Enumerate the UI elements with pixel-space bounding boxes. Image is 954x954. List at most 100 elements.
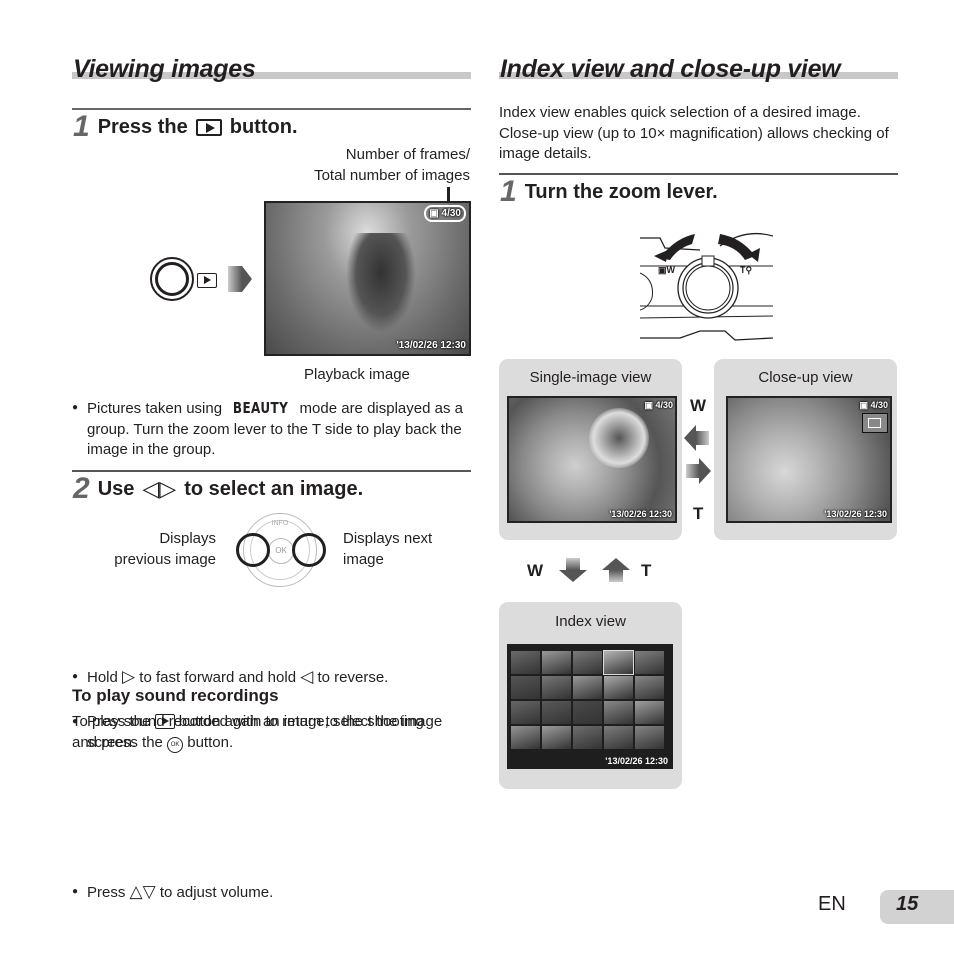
sound-text: To play sound recorded with an image, se… [72, 713, 443, 751]
thumbnail[interactable] [542, 651, 571, 674]
zoom-navigator-icon [862, 413, 888, 433]
left-button-highlight [236, 533, 270, 567]
zoom-lever-icon: ▣W T⚲ [639, 232, 774, 341]
w-label: W [690, 396, 707, 415]
label-next: Displays next image [343, 529, 432, 570]
thumbnail[interactable] [573, 676, 602, 699]
up-down-arrows-icon: △▽ [129, 882, 156, 901]
thumbnail[interactable] [511, 651, 540, 674]
thumbnail[interactable] [573, 726, 602, 749]
thumbnail[interactable] [604, 676, 633, 699]
playback-dial-icon [150, 257, 194, 301]
thumbnail[interactable] [635, 701, 664, 724]
sound-heading: To play sound recordings [72, 686, 279, 705]
arrow-right-icon [699, 458, 711, 484]
step-text-after: to select an image. [184, 477, 364, 500]
playback-caption: Playback image [304, 366, 410, 383]
single-image-view-label: Single-image view [529, 369, 652, 386]
callout-frames: Number of frames/ Total number of images [314, 145, 470, 186]
playback-button-icon [197, 273, 217, 288]
zoom-lever-illustration: ▣W T⚲ [639, 218, 774, 343]
svg-text:T⚲: T⚲ [740, 265, 752, 275]
arrow-shaft [566, 558, 580, 570]
w-label: W [527, 561, 544, 580]
step-number: 1 [73, 110, 90, 143]
thumbnail[interactable] [603, 650, 634, 675]
callout-line: Number of frames/ [345, 146, 470, 163]
bullet-text: Hold [87, 668, 118, 686]
playback-image: ▣ 4/30 '13/02/26 12:30 [264, 201, 471, 356]
frame-counter: ▣ 4/30 [644, 400, 673, 410]
thumbnail[interactable] [573, 651, 602, 674]
step-number: 1 [500, 175, 517, 208]
thumbnail[interactable] [542, 701, 571, 724]
bullet-text: to adjust volume. [159, 884, 274, 901]
thumbnail[interactable] [511, 726, 540, 749]
sound-text: button. [187, 733, 234, 751]
thumbnail[interactable] [635, 676, 664, 699]
step-text: Turn the zoom lever. [524, 180, 718, 203]
thumbnail[interactable] [542, 676, 571, 699]
sound-paragraph: To play sound recorded with an image, se… [72, 712, 462, 753]
ok-button-icon: OK [167, 736, 184, 753]
note-text: Pictures taken using [87, 400, 223, 417]
single-image-photo: ▣ 4/30 '13/02/26 12:30 [507, 396, 677, 523]
t-label: T [641, 561, 652, 580]
left-right-arrows-icon: ◁▷ [142, 476, 177, 501]
intro-paragraph: Index view enables quick selection of a … [499, 104, 889, 162]
step-1-heading: 1 Press the button. [73, 110, 298, 144]
close-up-photo: ▣ 4/30 '13/02/26 12:30 [726, 396, 892, 523]
index-view-label: Index view [555, 613, 626, 630]
t-label: T [693, 504, 704, 523]
label-line: Displays [159, 530, 216, 547]
playback-button-icon [195, 118, 222, 136]
bullet-fast-forward: Hold ▷ to fast forward and hold ◁ to rev… [72, 666, 477, 689]
bullet-text: to reverse. [317, 668, 389, 686]
thumbnail[interactable] [604, 726, 633, 749]
bullet-text: Press [87, 884, 126, 901]
index-view-screen: '13/02/26 12:30 [507, 644, 673, 769]
thumbnail[interactable] [635, 726, 664, 749]
callout-line: Total number of images [314, 166, 470, 184]
arrow-down-icon [559, 570, 587, 582]
section-title-viewing-images: Viewing images [73, 55, 256, 83]
arrow-right-icon [228, 266, 242, 292]
close-up-view-label: Close-up view [758, 369, 853, 386]
datetime-stamp: '13/02/26 12:30 [609, 509, 672, 519]
thumbnail[interactable] [542, 726, 571, 749]
step-text-after: button. [229, 115, 298, 138]
step-1-heading-right: 1 Turn the zoom lever. [500, 175, 718, 209]
section-title-index-view: Index view and close-up view [500, 55, 841, 83]
beauty-note: Pictures taken using BEAUTY mode are dis… [72, 398, 472, 461]
step-text-before: Use [97, 477, 135, 500]
frame-counter: 4/30 [441, 208, 461, 219]
step-number: 2 [73, 472, 90, 505]
step-2-heading: 2 Use ◁▷ to select an image. [73, 472, 363, 506]
datetime-stamp: '13/02/26 12:30 [605, 756, 668, 766]
beauty-mode-badge: BEAUTY [233, 399, 289, 417]
label-line: image [343, 550, 384, 568]
arrow-up-icon [602, 558, 630, 570]
arrow-shaft [696, 431, 709, 445]
language-label: EN [818, 893, 846, 915]
arrow-left-icon [684, 425, 696, 451]
bullet-text: to fast forward and hold [139, 668, 297, 686]
right-arrow-icon: ▷ [122, 666, 136, 686]
arrow-shaft [686, 464, 699, 478]
frame-counter-value: 4/30 [655, 400, 673, 410]
svg-text:▣W: ▣W [658, 265, 676, 275]
datetime-stamp: '13/02/26 12:30 [396, 340, 466, 351]
thumbnail[interactable] [635, 651, 664, 674]
thumbnail[interactable] [604, 701, 633, 724]
thumbnail[interactable] [573, 701, 602, 724]
thumbnail[interactable] [511, 676, 540, 699]
arrow-shaft [609, 570, 623, 582]
left-arrow-icon: ◁ [300, 666, 314, 686]
thumbnail-grid [511, 650, 664, 749]
label-previous: Displays previous image [114, 529, 216, 570]
info-label: INFO [271, 520, 289, 527]
datetime-stamp: '13/02/26 12:30 [824, 509, 887, 519]
step-text-before: Press the [97, 115, 188, 138]
label-line: Displays next [343, 530, 433, 547]
thumbnail[interactable] [511, 701, 540, 724]
